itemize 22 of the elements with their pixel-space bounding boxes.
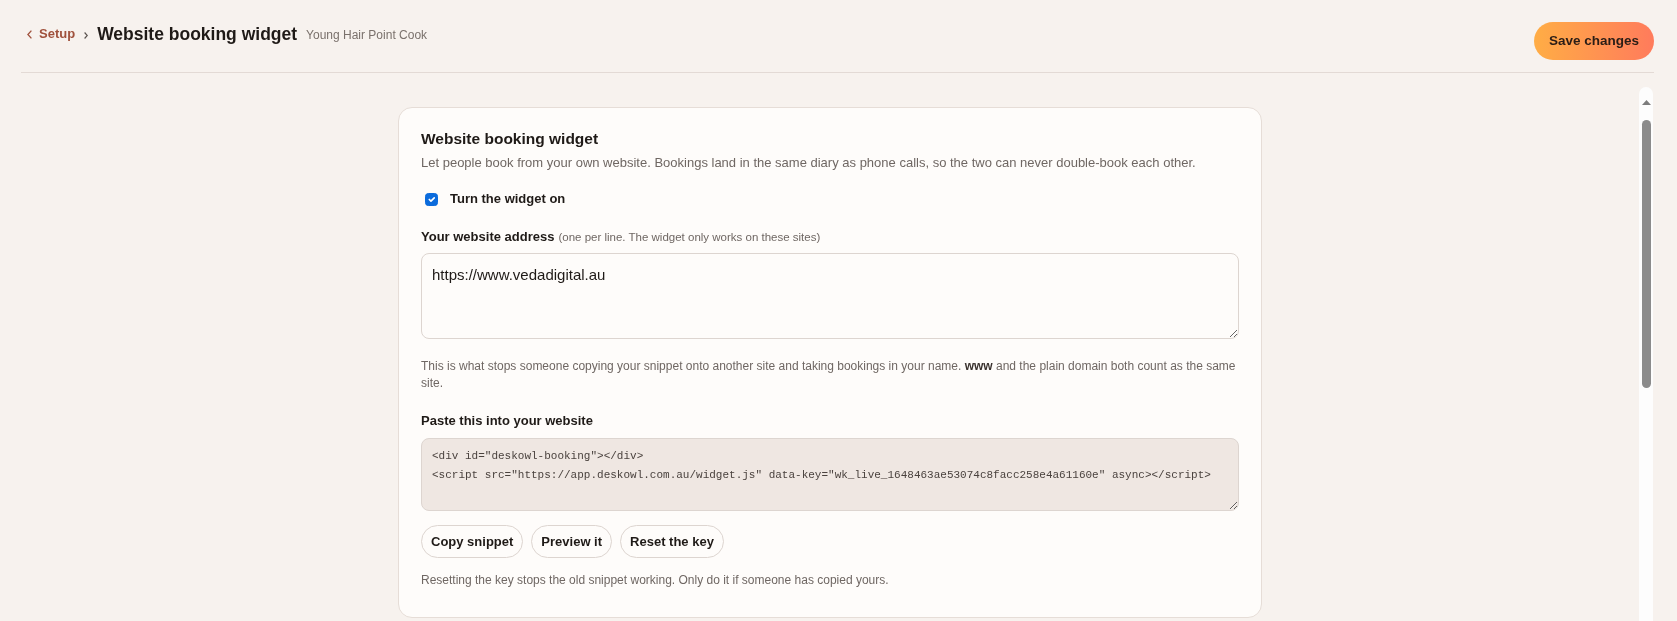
field-hint: (one per line. The widget only works on these sites): [558, 231, 821, 243]
card-title: Website booking widget: [421, 129, 600, 149]
back-link[interactable]: Setup: [27, 24, 76, 44]
copy-snippet-button[interactable]: Copy snippet: [421, 525, 524, 558]
reset-key-button[interactable]: Reset the key: [620, 525, 724, 558]
preview-button[interactable]: Preview it: [531, 525, 613, 558]
chevron-left-icon: [27, 29, 32, 39]
chevron-right-icon: [84, 31, 89, 39]
checkbox-label[interactable]: Turn the widget on: [450, 189, 566, 209]
snippet-field[interactable]: <div id="deskowl-booking"></div> <script src="https://app.deskowl.com.au/widget.js" data-key="wk_live_1648463ae53074c8facc258e4a61160e" async></script>: [421, 438, 1239, 511]
field-label: Paste this into your website: [421, 413, 593, 428]
page-subtitle: Young Hair Point Cook: [306, 27, 428, 44]
save-button[interactable]: Save changes: [1533, 22, 1654, 60]
field-label: Your website address: [421, 229, 555, 244]
website-address-field[interactable]: https://www.vedadigital.au: [421, 253, 1239, 339]
card-description: Let people book from your own website. Bookings land in the same diary as phone calls, so the two can never double-book each other.: [421, 154, 1197, 172]
help-text: This is what stops someone copying your snippet onto another site and taking bookings in your name. www and the plain domain both count as the same site.: [421, 358, 1237, 392]
scrollbar-thumb[interactable]: [1641, 120, 1651, 389]
scroll-up-icon[interactable]: [1641, 99, 1651, 105]
widget-checkbox[interactable]: [425, 192, 438, 206]
help-text: Resetting the key stops the old snippet working. Only do it if someone has copied yours.: [421, 572, 890, 589]
page-title: Website booking widget: [97, 24, 298, 44]
